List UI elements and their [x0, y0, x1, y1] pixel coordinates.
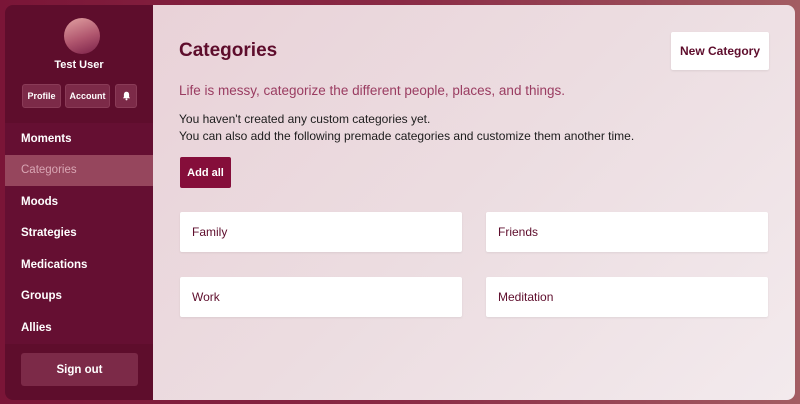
sidebar: Test User Profile Account Moments Catego…: [5, 5, 153, 400]
main-content: Categories New Category Life is messy, c…: [153, 5, 795, 400]
category-card-friends[interactable]: Friends: [486, 212, 768, 252]
account-button[interactable]: Account: [65, 84, 110, 108]
sign-out-button[interactable]: Sign out: [21, 353, 138, 386]
sidebar-item-allies[interactable]: Allies: [5, 312, 153, 344]
sidebar-item-strategies[interactable]: Strategies: [5, 218, 153, 250]
sidebar-item-medications[interactable]: Medications: [5, 249, 153, 281]
info-line-1: You haven't created any custom categorie…: [179, 112, 431, 126]
page-subtitle: Life is messy, categorize the different …: [179, 83, 565, 98]
sidebar-nav: Moments Categories Moods Strategies Medi…: [5, 123, 153, 344]
bell-icon: [122, 91, 130, 101]
avatar[interactable]: [64, 18, 100, 54]
new-category-button[interactable]: New Category: [671, 32, 769, 70]
profile-button[interactable]: Profile: [22, 84, 61, 108]
sidebar-item-categories[interactable]: Categories: [5, 154, 153, 186]
info-text: You haven't created any custom categorie…: [179, 111, 634, 145]
category-card-meditation[interactable]: Meditation: [486, 277, 768, 317]
notifications-button[interactable]: [115, 84, 137, 108]
sidebar-item-groups[interactable]: Groups: [5, 281, 153, 313]
user-name: Test User: [54, 59, 104, 71]
sidebar-item-moments[interactable]: Moments: [5, 123, 153, 155]
category-card-family[interactable]: Family: [180, 212, 462, 252]
page-title: Categories: [179, 40, 278, 61]
category-card-work[interactable]: Work: [180, 277, 462, 317]
info-line-2: You can also add the following premade c…: [179, 129, 635, 143]
add-all-button[interactable]: Add all: [180, 157, 231, 188]
sidebar-item-moods[interactable]: Moods: [5, 186, 153, 218]
